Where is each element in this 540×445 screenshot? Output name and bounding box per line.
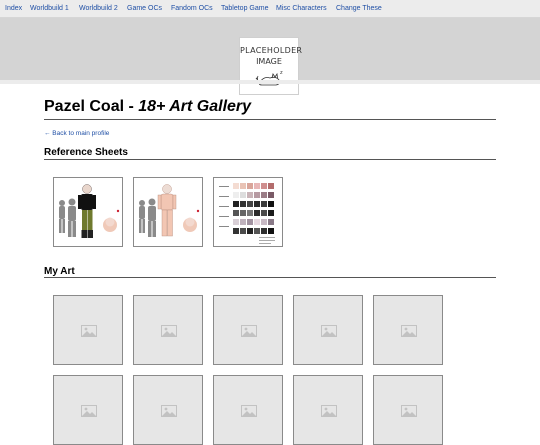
banner-divider xyxy=(0,80,540,84)
reference-sheets-underline xyxy=(44,159,496,160)
nav-link-game-ocs[interactable]: Game OCs xyxy=(127,4,162,13)
art-thumbnail-placeholder[interactable] xyxy=(373,375,443,445)
my-art-heading: My Art xyxy=(44,266,75,277)
placeholder-logo: PLACEHOLDER IMAGE z ✦ ✦ xyxy=(239,37,303,95)
art-thumbnail-placeholder[interactable] xyxy=(133,295,203,365)
image-placeholder-icon xyxy=(81,325,97,337)
svg-text:z: z xyxy=(280,70,283,76)
back-to-profile-link[interactable]: ← Back to main profile xyxy=(44,130,109,137)
character-reference-image-1 xyxy=(59,184,120,238)
image-placeholder-icon xyxy=(81,405,97,417)
nav-link-tabletop-game[interactable]: Tabletop Game xyxy=(221,4,268,13)
logo-text-line-2: IMAGE xyxy=(256,57,282,66)
page-title-italic: 18+ Art Gallery xyxy=(138,98,252,115)
art-thumbnail-placeholder[interactable] xyxy=(373,295,443,365)
image-placeholder-icon xyxy=(401,325,417,337)
nav-link-worldbuild-2[interactable]: Worldbuild 2 xyxy=(79,4,118,13)
art-thumbnail-placeholder[interactable] xyxy=(293,375,363,445)
top-navigation: Index Worldbuild 1 Worldbuild 2 Game OCs… xyxy=(0,0,540,18)
reference-sheet-thumbnail-1[interactable] xyxy=(53,177,123,247)
nav-link-fandom-ocs[interactable]: Fandom OCs xyxy=(171,4,213,13)
header-banner: PLACEHOLDER IMAGE z ✦ ✦ xyxy=(0,18,540,95)
my-art-underline xyxy=(44,277,496,278)
reference-sheet-thumbnail-2[interactable] xyxy=(133,177,203,247)
nav-link-index[interactable]: Index xyxy=(5,4,22,13)
color-palette-image xyxy=(219,183,275,244)
title-underline xyxy=(44,119,496,120)
image-placeholder-icon xyxy=(241,405,257,417)
cat-icon: z ✦ ✦ xyxy=(255,70,286,86)
image-placeholder-icon xyxy=(161,405,177,417)
page-title-main: Pazel Coal - xyxy=(44,98,139,115)
logo-text-line-1: PLACEHOLDER xyxy=(240,46,303,55)
image-placeholder-icon xyxy=(241,325,257,337)
page-title: Pazel Coal - 18+ Art Gallery xyxy=(44,98,251,116)
character-reference-image-2 xyxy=(139,184,200,237)
art-thumbnail-placeholder[interactable] xyxy=(293,295,363,365)
nav-link-misc-characters[interactable]: Misc Characters xyxy=(276,4,327,13)
nav-link-change-these[interactable]: Change These xyxy=(336,4,382,13)
reference-sheets-heading: Reference Sheets xyxy=(44,147,128,158)
nav-link-worldbuild-1[interactable]: Worldbuild 1 xyxy=(30,4,69,13)
art-thumbnail-placeholder[interactable] xyxy=(53,375,123,445)
art-thumbnail-placeholder[interactable] xyxy=(213,295,283,365)
art-thumbnail-placeholder[interactable] xyxy=(53,295,123,365)
reference-sheet-thumbnail-3[interactable] xyxy=(213,177,283,247)
art-thumbnail-placeholder[interactable] xyxy=(133,375,203,445)
art-thumbnail-placeholder[interactable] xyxy=(213,375,283,445)
image-placeholder-icon xyxy=(401,405,417,417)
image-placeholder-icon xyxy=(161,325,177,337)
image-placeholder-icon xyxy=(321,405,337,417)
image-placeholder-icon xyxy=(321,325,337,337)
